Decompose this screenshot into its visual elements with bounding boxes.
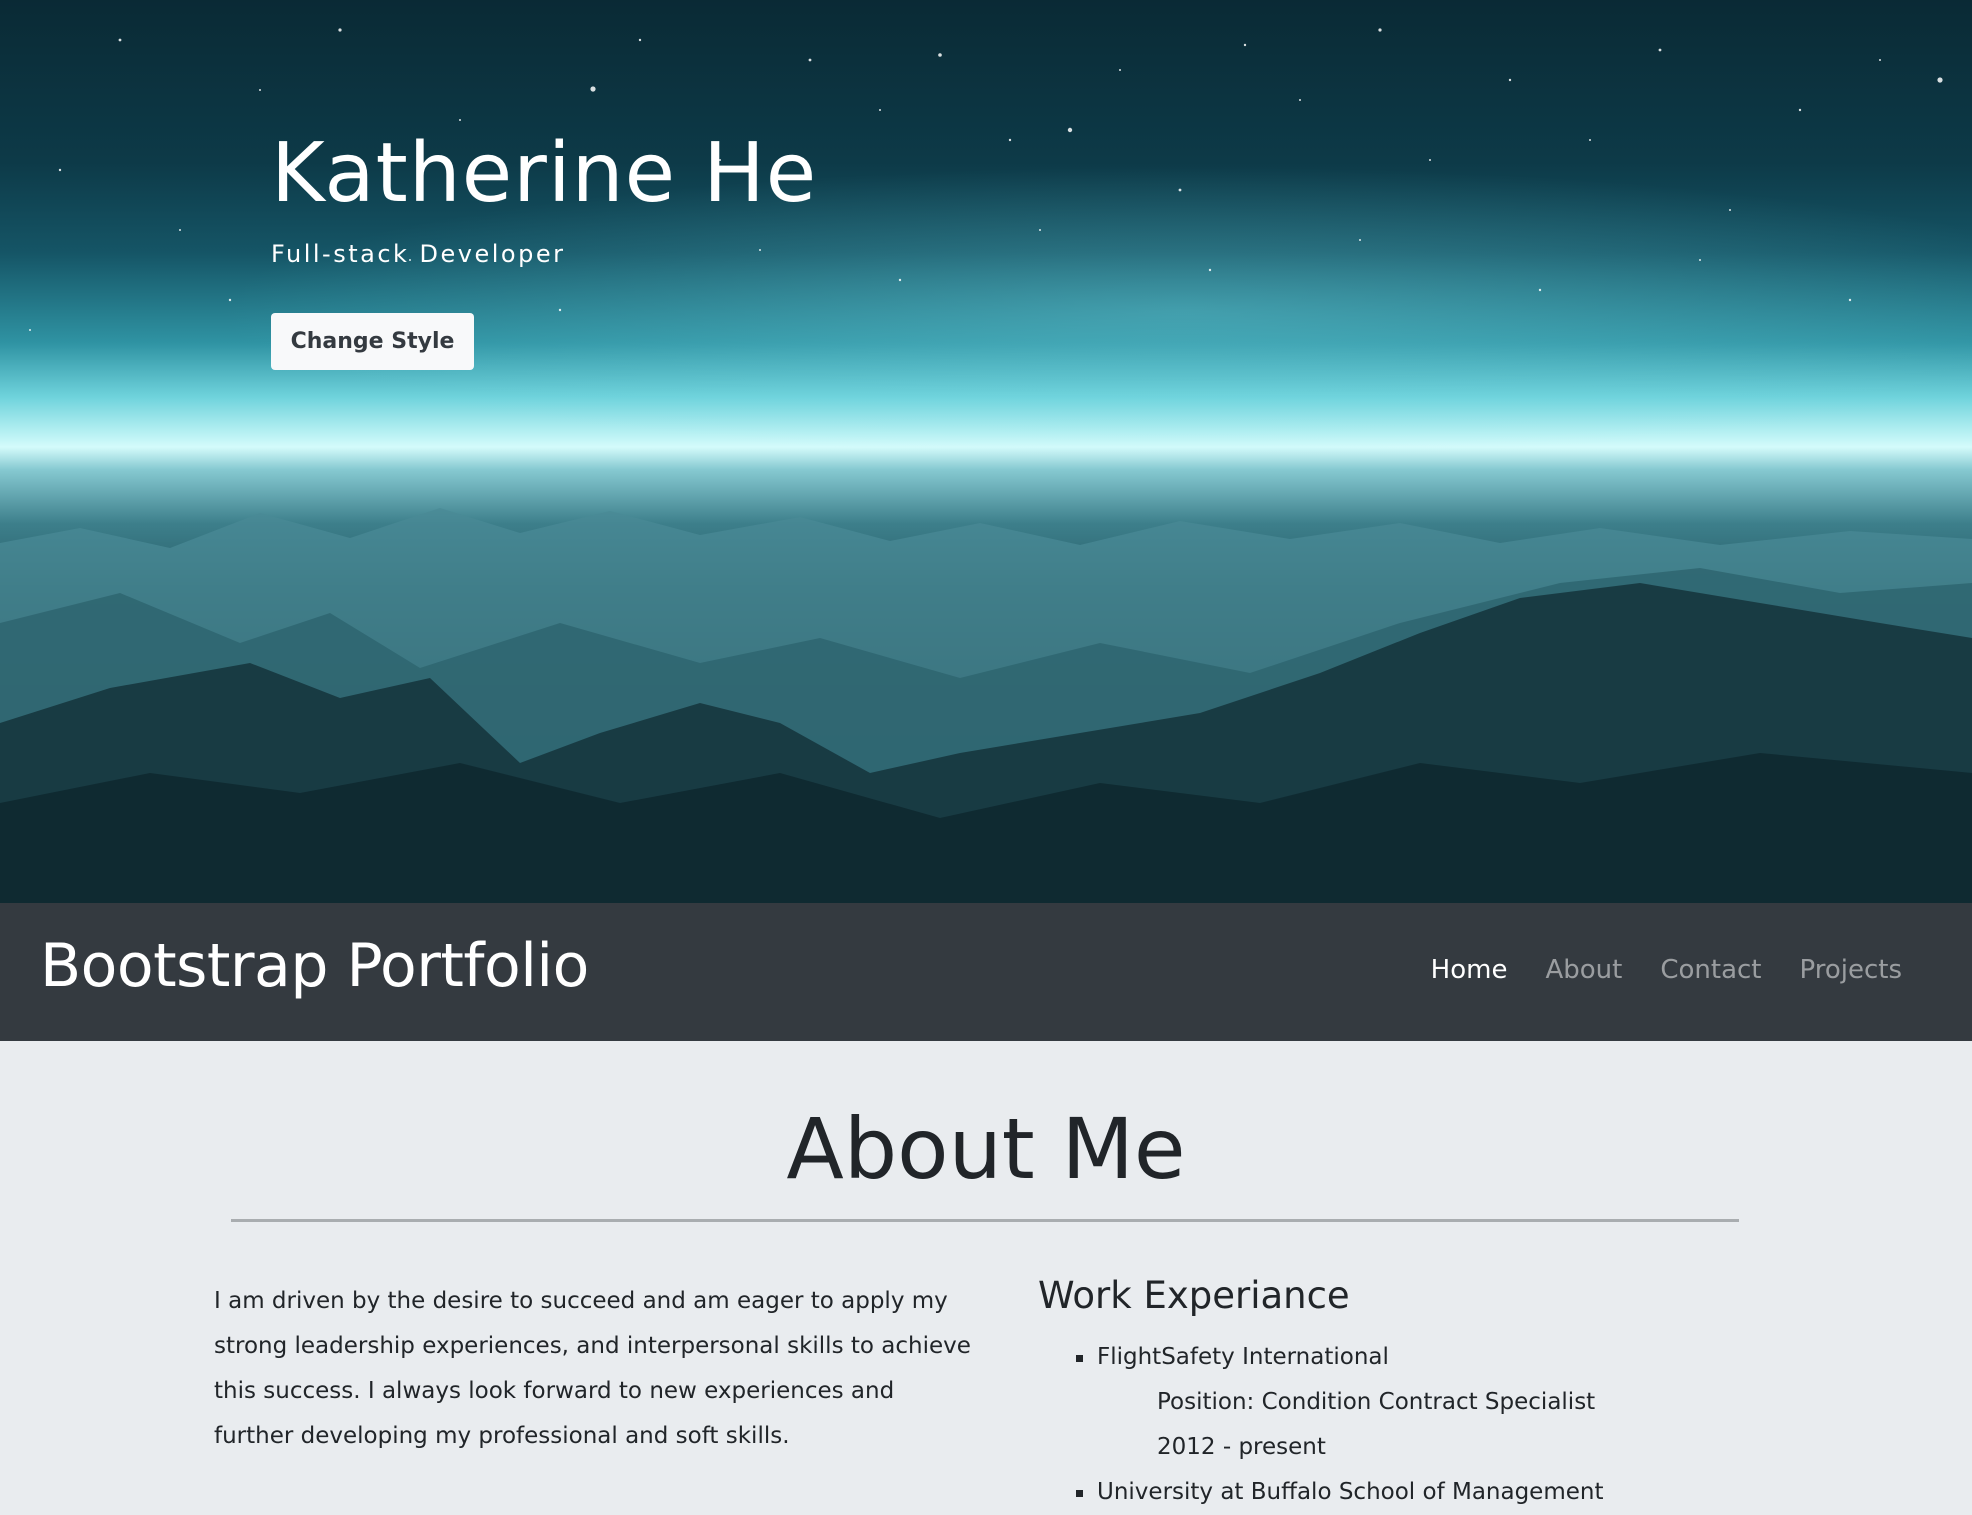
bullet-icon [1076,1490,1083,1497]
work-organization: University at Buffalo School of Manageme… [1097,1479,1604,1505]
nav-link-about[interactable]: About [1545,955,1622,985]
nav-link-projects[interactable]: Projects [1799,955,1902,985]
work-period: 2012 - present [1157,1434,1326,1460]
nav-link-contact[interactable]: Contact [1660,955,1761,985]
mountain-landscape-background [0,508,1972,903]
nav-link-home[interactable]: Home [1431,955,1508,985]
list-item: FlightSafety International Position: Con… [1038,1335,1798,1470]
navbar: Bootstrap Portfolio Home About Contact P… [0,903,1972,1041]
navbar-brand[interactable]: Bootstrap Portfolio [40,931,589,1001]
hero-name: Katherine He [271,126,818,221]
list-item: University at Buffalo School of Manageme… [1038,1470,1798,1515]
about-title: About Me [786,1100,1186,1198]
work-experience-list: FlightSafety International Position: Con… [1038,1335,1798,1515]
hero-banner: Katherine He Full-stack Developer Change… [0,0,1972,903]
hero-subtitle: Full-stack Developer [271,240,566,268]
section-divider [231,1219,1739,1222]
nav-links: Home About Contact Projects [1431,955,1902,985]
change-style-button[interactable]: Change Style [271,313,474,370]
starfield-background [29,28,1943,331]
work-organization: FlightSafety International [1097,1344,1389,1370]
work-experience-title: Work Experiance [1038,1274,1350,1317]
work-position: Position: Condition Contract Specialist [1157,1389,1596,1415]
about-paragraph: I am driven by the desire to succeed and… [214,1288,971,1449]
bullet-icon [1076,1355,1083,1362]
